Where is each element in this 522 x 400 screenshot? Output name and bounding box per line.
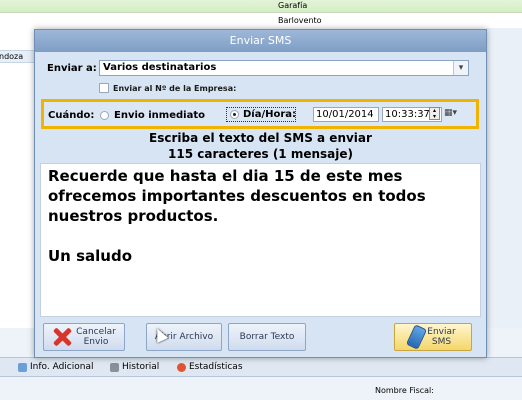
background-row-text: Barlovento (278, 16, 322, 25)
date-field[interactable]: 10/01/2014 (313, 107, 379, 122)
cancel-send-button[interactable]: Cancelar Envio (43, 323, 125, 351)
stats-icon (177, 362, 186, 372)
send-sms-button[interactable]: Enviar SMS (394, 323, 472, 351)
tab-label: Info. Adicional (30, 361, 94, 372)
immediate-radio[interactable] (100, 111, 109, 120)
background-panel (486, 28, 522, 358)
tab-info-adicional[interactable]: Info. Adicional (14, 358, 97, 376)
background-tab-strip: Info. Adicional Historial Estadísticas (0, 357, 522, 377)
clear-text-button[interactable]: Borrar Texto (228, 323, 306, 351)
instruction-text: Escriba el texto del SMS a enviar (149, 131, 372, 145)
tab-label: Historial (122, 361, 160, 372)
calendar-icon[interactable]: ▦▾ (444, 107, 464, 120)
company-number-option[interactable]: Enviar al Nº de la Empresa: (99, 83, 236, 93)
datetime-option[interactable]: Día/Hora: (226, 107, 296, 122)
tab-label: Estadísticas (189, 361, 243, 372)
company-number-checkbox[interactable] (99, 83, 109, 93)
nombre-fiscal-label: Nombre Fiscal: (375, 386, 434, 395)
send-to-label: Enviar a: (47, 63, 97, 74)
background-row-text: ndoza (0, 52, 24, 61)
time-value: 10:33:37 (385, 109, 430, 120)
cancel-label-line2: Envio (83, 337, 109, 347)
send-button-label: Enviar SMS (427, 327, 455, 347)
send-label-line2: SMS (431, 337, 452, 347)
message-textarea[interactable]: Recuerde que hasta el dia 15 de este mes… (40, 163, 481, 317)
send-sms-dialog: Enviar SMS Enviar a: Varios destinatario… (34, 29, 487, 358)
background-row-text: Garafía (278, 1, 308, 10)
when-section: Cuándo: Envio inmediato Día/Hora: 10/01/… (41, 99, 479, 129)
immediate-label[interactable]: Envio inmediato (114, 110, 205, 121)
datetime-label: Día/Hora: (243, 109, 297, 120)
company-number-label: Enviar al Nº de la Empresa: (113, 83, 237, 93)
chevron-down-icon[interactable]: ▾ (453, 61, 468, 75)
when-label: Cuándo: (48, 110, 95, 121)
history-icon (110, 362, 119, 372)
background-row: Barlovento (0, 15, 522, 28)
cancel-x-icon (52, 327, 72, 347)
recipients-select[interactable]: Varios destinatarios ▾ (99, 60, 469, 76)
tab-estadisticas[interactable]: Estadísticas (173, 358, 247, 376)
background-row: Garafía (0, 0, 522, 13)
send-label-line1: Enviar (427, 327, 456, 337)
datetime-radio[interactable] (230, 110, 239, 119)
dialog-title: Enviar SMS (35, 30, 486, 52)
character-count: 115 caracteres (1 mensaje) (168, 147, 353, 161)
recipients-select-value: Varios destinatarios (103, 62, 217, 73)
cancel-label-line1: Cancelar (76, 327, 116, 337)
cancel-button-label: Cancelar Envio (76, 327, 116, 347)
phone-icon (406, 324, 428, 350)
info-icon (18, 362, 27, 372)
tab-historial[interactable]: Historial (106, 358, 163, 376)
time-spinner-icon[interactable]: ▴ ▾ (429, 107, 440, 120)
